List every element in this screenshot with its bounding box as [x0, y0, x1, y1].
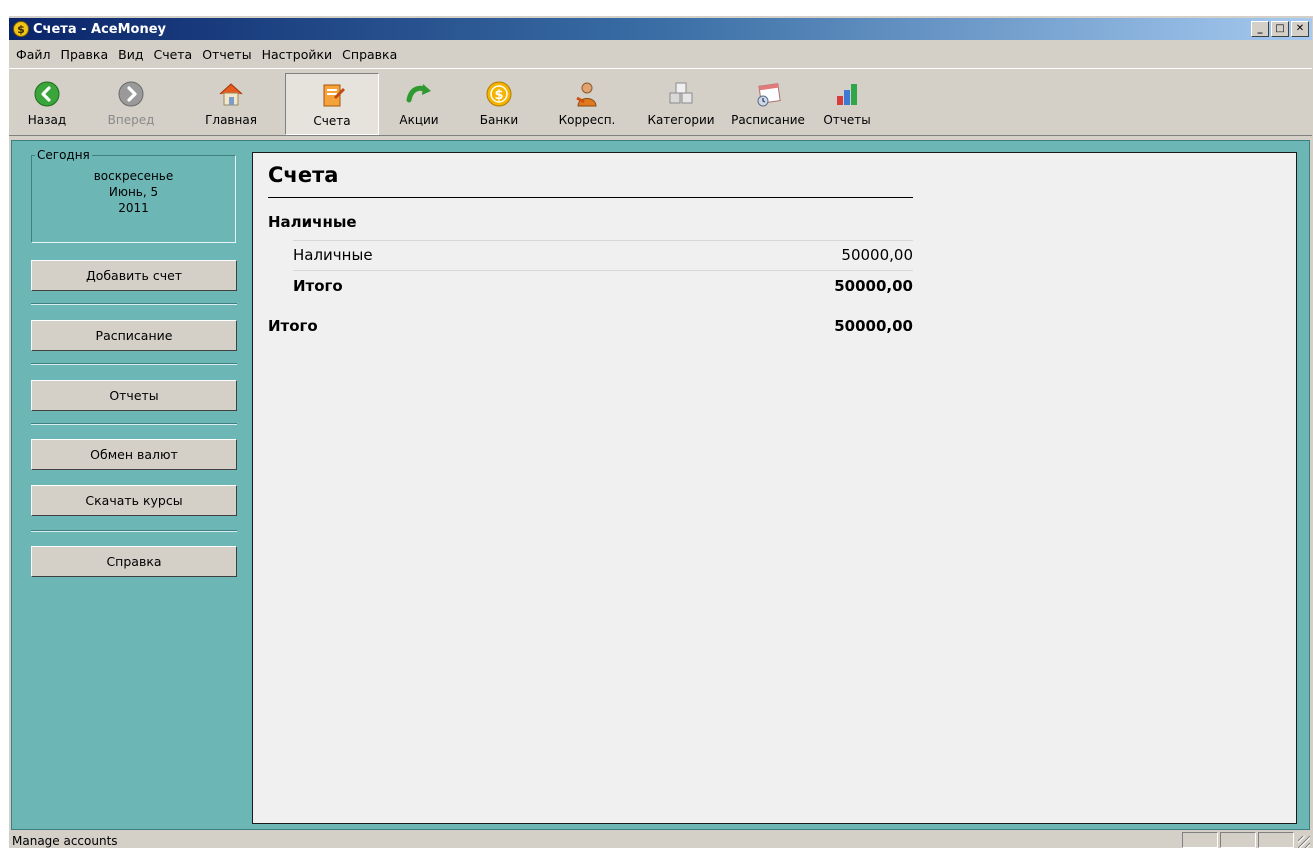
group-total-amount: 50000,00 [834, 277, 913, 295]
toolbar-label: Банки [479, 113, 519, 127]
grand-total-row: Итого 50000,00 [268, 317, 913, 335]
accounts-icon [317, 80, 347, 110]
add-account-button[interactable]: Добавить счет [31, 260, 237, 291]
close-button[interactable]: ✕ [1291, 21, 1309, 37]
menu-settings[interactable]: Настройки [257, 47, 338, 62]
page-title: Счета [268, 163, 339, 187]
resize-grip-icon[interactable] [1298, 836, 1310, 848]
window-title: Счета - AceMoney [33, 21, 167, 37]
title-divider [268, 197, 913, 198]
sidebar-separator [31, 423, 237, 425]
title-bar[interactable]: $ Счета - AceMoney _ □ ✕ [9, 18, 1312, 40]
toolbar-stocks-button[interactable]: Акции [379, 73, 459, 135]
forward-arrow-icon [116, 79, 146, 109]
menu-reports[interactable]: Отчеты [197, 47, 256, 62]
toolbar-accounts-button[interactable]: Счета [285, 73, 379, 135]
status-pane [1220, 832, 1256, 848]
toolbar-reports-button[interactable]: Отчеты [809, 73, 885, 135]
today-year: 2011 [118, 201, 149, 215]
row-divider [293, 270, 913, 271]
toolbar-forward-button[interactable]: Вперед [85, 73, 177, 135]
account-group-label: Наличные [268, 213, 357, 231]
currency-exchange-button[interactable]: Обмен валют [31, 439, 237, 470]
toolbar-back-button[interactable]: Назад [9, 73, 85, 135]
status-bar: Manage accounts [9, 832, 1312, 849]
account-amount: 50000,00 [841, 246, 913, 264]
menu-edit[interactable]: Правка [56, 47, 114, 62]
svg-text:$: $ [494, 88, 503, 103]
help-button[interactable]: Справка [31, 546, 237, 577]
sidebar-separator [31, 530, 237, 532]
main-area: Сегодня воскресенье Июнь, 5 2011 Добавит… [11, 140, 1310, 830]
group-total-row: Итого 50000,00 [293, 277, 913, 295]
bank-coin-icon: $ [484, 79, 514, 109]
account-row[interactable]: Наличные 50000,00 [293, 246, 913, 264]
toolbar: Назад Вперед Главная Счета Акции $ Банки… [9, 68, 1312, 136]
reports-chart-icon [832, 79, 862, 109]
menu-help[interactable]: Справка [337, 47, 402, 62]
toolbar-label: Вперед [107, 113, 155, 127]
sidebar-separator [31, 303, 237, 305]
download-rates-button[interactable]: Скачать курсы [31, 485, 237, 516]
back-arrow-icon [32, 79, 62, 109]
maximize-button[interactable]: □ [1271, 21, 1289, 37]
today-group-box: Сегодня воскресенье Июнь, 5 2011 [31, 148, 236, 243]
payee-person-icon [572, 79, 602, 109]
sidebar-separator [31, 363, 237, 365]
toolbar-label: Расписание [731, 113, 805, 127]
today-weekday: воскресенье [93, 169, 174, 183]
toolbar-label: Категории [647, 113, 715, 127]
app-window: $ Счета - AceMoney _ □ ✕ Файл Правка Вид… [8, 15, 1313, 848]
menu-view[interactable]: Вид [113, 47, 148, 62]
toolbar-banks-button[interactable]: $ Банки [459, 73, 539, 135]
toolbar-categories-button[interactable]: Категории [635, 73, 727, 135]
toolbar-schedule-button[interactable]: Расписание [727, 73, 809, 135]
toolbar-label: Главная [205, 113, 257, 127]
stocks-arrow-icon [404, 79, 434, 109]
account-name[interactable]: Наличные [293, 246, 373, 264]
today-label: Сегодня [35, 148, 92, 162]
dollar-coin-icon[interactable]: $ [13, 21, 29, 37]
menu-accounts[interactable]: Счета [148, 47, 197, 62]
minimize-button[interactable]: _ [1251, 21, 1269, 37]
window-controls: _ □ ✕ [1251, 21, 1309, 37]
grand-total-amount: 50000,00 [834, 317, 913, 335]
group-total-label: Итого [293, 277, 343, 295]
status-pane [1182, 832, 1218, 848]
status-text: Manage accounts [12, 833, 118, 848]
toolbar-home-button[interactable]: Главная [177, 73, 285, 135]
toolbar-label: Назад [27, 113, 67, 127]
toolbar-label: Счета [313, 114, 351, 128]
home-icon [216, 79, 246, 109]
menu-bar: Файл Правка Вид Счета Отчеты Настройки С… [9, 44, 1312, 64]
toolbar-payees-button[interactable]: Корресп. [539, 73, 635, 135]
menu-file[interactable]: Файл [11, 47, 56, 62]
toolbar-label: Корресп. [558, 113, 616, 127]
toolbar-label: Отчеты [823, 113, 871, 127]
row-divider [293, 240, 913, 241]
categories-cubes-icon [666, 79, 696, 109]
reports-button[interactable]: Отчеты [31, 380, 237, 411]
today-day-month: Июнь, 5 [108, 185, 159, 199]
toolbar-label: Акции [399, 113, 439, 127]
status-pane [1258, 832, 1294, 848]
accounts-panel: Счета Наличные Наличные 50000,00 Итого 5… [252, 152, 1297, 824]
grand-total-label: Итого [268, 317, 318, 335]
schedule-calendar-icon [753, 79, 783, 109]
today-date: воскресенье Июнь, 5 2011 [32, 168, 235, 216]
schedule-button[interactable]: Расписание [31, 320, 237, 351]
